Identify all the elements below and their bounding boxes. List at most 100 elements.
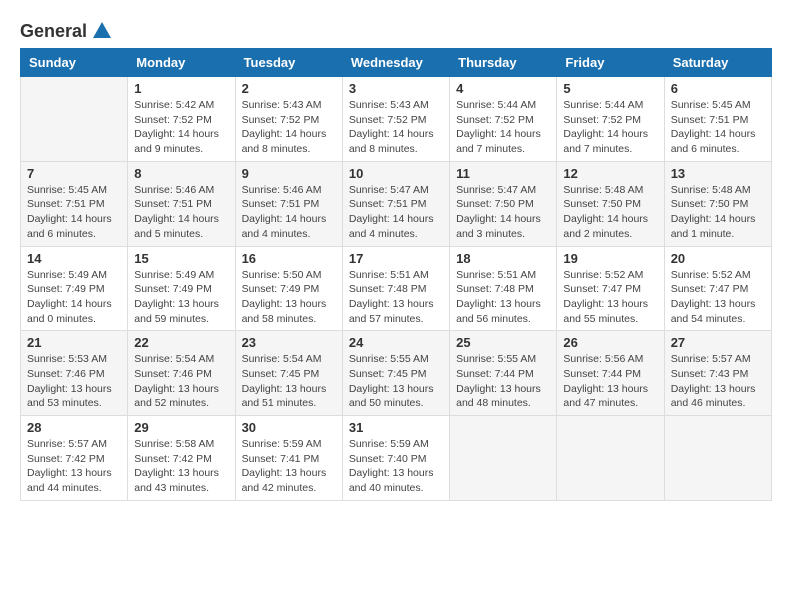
day-info: Sunrise: 5:43 AM Sunset: 7:52 PM Dayligh… — [242, 98, 336, 157]
calendar-cell: 17 Sunrise: 5:51 AM Sunset: 7:48 PM Dayli… — [342, 246, 449, 331]
day-info: Sunrise: 5:51 AM Sunset: 7:48 PM Dayligh… — [349, 268, 443, 327]
day-info: Sunrise: 5:48 AM Sunset: 7:50 PM Dayligh… — [671, 183, 765, 242]
weekday-header-row: SundayMondayTuesdayWednesdayThursdayFrid… — [21, 49, 772, 77]
day-info: Sunrise: 5:51 AM Sunset: 7:48 PM Dayligh… — [456, 268, 550, 327]
day-number: 3 — [349, 81, 443, 96]
day-number: 2 — [242, 81, 336, 96]
day-info: Sunrise: 5:46 AM Sunset: 7:51 PM Dayligh… — [242, 183, 336, 242]
calendar-cell: 2 Sunrise: 5:43 AM Sunset: 7:52 PM Daylig… — [235, 77, 342, 162]
week-row-5: 28 Sunrise: 5:57 AM Sunset: 7:42 PM Dayli… — [21, 416, 772, 501]
page-header: General — [20, 20, 772, 38]
day-number: 30 — [242, 420, 336, 435]
logo: General — [20, 20, 113, 38]
day-info: Sunrise: 5:55 AM Sunset: 7:45 PM Dayligh… — [349, 352, 443, 411]
day-info: Sunrise: 5:54 AM Sunset: 7:46 PM Dayligh… — [134, 352, 228, 411]
calendar-cell: 7 Sunrise: 5:45 AM Sunset: 7:51 PM Daylig… — [21, 161, 128, 246]
calendar-cell — [21, 77, 128, 162]
day-number: 20 — [671, 251, 765, 266]
calendar-cell: 26 Sunrise: 5:56 AM Sunset: 7:44 PM Dayli… — [557, 331, 664, 416]
weekday-header-tuesday: Tuesday — [235, 49, 342, 77]
day-info: Sunrise: 5:54 AM Sunset: 7:45 PM Dayligh… — [242, 352, 336, 411]
calendar-cell: 23 Sunrise: 5:54 AM Sunset: 7:45 PM Dayli… — [235, 331, 342, 416]
day-number: 19 — [563, 251, 657, 266]
calendar-cell: 29Sunrise: 5:58 AM Sunset: 7:42 PM Dayli… — [128, 416, 235, 501]
weekday-header-friday: Friday — [557, 49, 664, 77]
day-number: 7 — [27, 166, 121, 181]
day-number: 8 — [134, 166, 228, 181]
day-info: Sunrise: 5:49 AM Sunset: 7:49 PM Dayligh… — [134, 268, 228, 327]
day-number: 25 — [456, 335, 550, 350]
day-number: 16 — [242, 251, 336, 266]
day-number: 14 — [27, 251, 121, 266]
day-info: Sunrise: 5:46 AM Sunset: 7:51 PM Dayligh… — [134, 183, 228, 242]
calendar-cell: 12 Sunrise: 5:48 AM Sunset: 7:50 PM Dayli… — [557, 161, 664, 246]
calendar-cell: 13Sunrise: 5:48 AM Sunset: 7:50 PM Dayli… — [664, 161, 771, 246]
day-info: Sunrise: 5:59 AM Sunset: 7:40 PM Dayligh… — [349, 437, 443, 496]
day-number: 11 — [456, 166, 550, 181]
day-info: Sunrise: 5:44 AM Sunset: 7:52 PM Dayligh… — [456, 98, 550, 157]
day-info: Sunrise: 5:42 AM Sunset: 7:52 PM Dayligh… — [134, 98, 228, 157]
day-number: 4 — [456, 81, 550, 96]
calendar-cell — [664, 416, 771, 501]
day-number: 23 — [242, 335, 336, 350]
weekday-header-thursday: Thursday — [450, 49, 557, 77]
day-number: 21 — [27, 335, 121, 350]
calendar-cell: 21 Sunrise: 5:53 AM Sunset: 7:46 PM Dayli… — [21, 331, 128, 416]
day-info: Sunrise: 5:57 AM Sunset: 7:43 PM Dayligh… — [671, 352, 765, 411]
logo-icon — [91, 20, 113, 42]
calendar-cell: 4 Sunrise: 5:44 AM Sunset: 7:52 PM Daylig… — [450, 77, 557, 162]
day-info: Sunrise: 5:59 AM Sunset: 7:41 PM Dayligh… — [242, 437, 336, 496]
calendar-cell: 18 Sunrise: 5:51 AM Sunset: 7:48 PM Dayli… — [450, 246, 557, 331]
day-number: 29 — [134, 420, 228, 435]
day-info: Sunrise: 5:57 AM Sunset: 7:42 PM Dayligh… — [27, 437, 121, 496]
calendar-table: SundayMondayTuesdayWednesdayThursdayFrid… — [20, 48, 772, 501]
day-number: 17 — [349, 251, 443, 266]
day-info: Sunrise: 5:52 AM Sunset: 7:47 PM Dayligh… — [563, 268, 657, 327]
day-info: Sunrise: 5:56 AM Sunset: 7:44 PM Dayligh… — [563, 352, 657, 411]
calendar-cell: 15 Sunrise: 5:49 AM Sunset: 7:49 PM Dayli… — [128, 246, 235, 331]
calendar-cell: 20 Sunrise: 5:52 AM Sunset: 7:47 PM Dayli… — [664, 246, 771, 331]
day-number: 27 — [671, 335, 765, 350]
day-number: 31 — [349, 420, 443, 435]
day-info: Sunrise: 5:49 AM Sunset: 7:49 PM Dayligh… — [27, 268, 121, 327]
calendar-cell: 31 Sunrise: 5:59 AM Sunset: 7:40 PM Dayli… — [342, 416, 449, 501]
weekday-header-wednesday: Wednesday — [342, 49, 449, 77]
day-number: 28 — [27, 420, 121, 435]
day-number: 9 — [242, 166, 336, 181]
day-number: 24 — [349, 335, 443, 350]
day-info: Sunrise: 5:50 AM Sunset: 7:49 PM Dayligh… — [242, 268, 336, 327]
logo-general-text: General — [20, 21, 87, 42]
day-number: 5 — [563, 81, 657, 96]
day-info: Sunrise: 5:47 AM Sunset: 7:51 PM Dayligh… — [349, 183, 443, 242]
day-number: 15 — [134, 251, 228, 266]
day-info: Sunrise: 5:53 AM Sunset: 7:46 PM Dayligh… — [27, 352, 121, 411]
day-info: Sunrise: 5:48 AM Sunset: 7:50 PM Dayligh… — [563, 183, 657, 242]
day-number: 26 — [563, 335, 657, 350]
calendar-cell — [450, 416, 557, 501]
day-info: Sunrise: 5:43 AM Sunset: 7:52 PM Dayligh… — [349, 98, 443, 157]
calendar-cell: 9 Sunrise: 5:46 AM Sunset: 7:51 PM Daylig… — [235, 161, 342, 246]
calendar-cell: 24 Sunrise: 5:55 AM Sunset: 7:45 PM Dayli… — [342, 331, 449, 416]
day-number: 6 — [671, 81, 765, 96]
day-number: 18 — [456, 251, 550, 266]
calendar-cell: 1 Sunrise: 5:42 AM Sunset: 7:52 PM Daylig… — [128, 77, 235, 162]
weekday-header-monday: Monday — [128, 49, 235, 77]
calendar-cell: 14 Sunrise: 5:49 AM Sunset: 7:49 PM Dayli… — [21, 246, 128, 331]
calendar-cell: 5Sunrise: 5:44 AM Sunset: 7:52 PM Daylig… — [557, 77, 664, 162]
weekday-header-sunday: Sunday — [21, 49, 128, 77]
week-row-1: 1 Sunrise: 5:42 AM Sunset: 7:52 PM Daylig… — [21, 77, 772, 162]
calendar-cell: 27 Sunrise: 5:57 AM Sunset: 7:43 PM Dayli… — [664, 331, 771, 416]
calendar-cell: 19 Sunrise: 5:52 AM Sunset: 7:47 PM Dayli… — [557, 246, 664, 331]
calendar-cell: 10 Sunrise: 5:47 AM Sunset: 7:51 PM Dayli… — [342, 161, 449, 246]
calendar-cell: 6Sunrise: 5:45 AM Sunset: 7:51 PM Daylig… — [664, 77, 771, 162]
calendar-cell: 16 Sunrise: 5:50 AM Sunset: 7:49 PM Dayli… — [235, 246, 342, 331]
day-number: 12 — [563, 166, 657, 181]
day-info: Sunrise: 5:45 AM Sunset: 7:51 PM Dayligh… — [27, 183, 121, 242]
calendar-cell: 11Sunrise: 5:47 AM Sunset: 7:50 PM Dayli… — [450, 161, 557, 246]
day-info: Sunrise: 5:52 AM Sunset: 7:47 PM Dayligh… — [671, 268, 765, 327]
day-number: 1 — [134, 81, 228, 96]
week-row-4: 21 Sunrise: 5:53 AM Sunset: 7:46 PM Dayli… — [21, 331, 772, 416]
day-number: 22 — [134, 335, 228, 350]
calendar-cell: 3 Sunrise: 5:43 AM Sunset: 7:52 PM Daylig… — [342, 77, 449, 162]
day-number: 10 — [349, 166, 443, 181]
